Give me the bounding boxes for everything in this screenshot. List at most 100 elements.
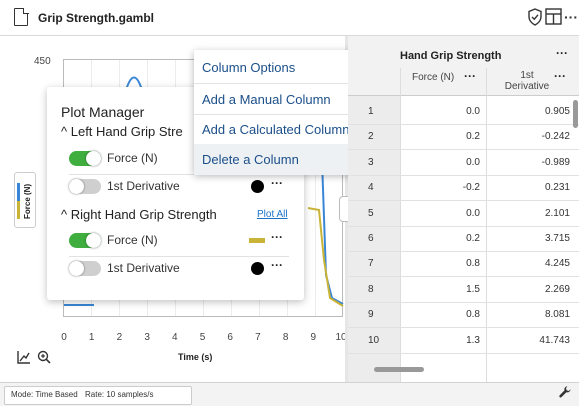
mode-text: Mode: Time Based xyxy=(11,390,78,399)
cell-force[interactable]: 0.2 xyxy=(400,131,480,142)
column-header-force[interactable]: Force (N) xyxy=(412,72,454,83)
zoom-icon[interactable] xyxy=(36,350,52,366)
plot-all-link[interactable]: Plot All xyxy=(257,209,288,220)
column-options-menu: Column Options Add a Manual Column Add a… xyxy=(194,50,362,175)
menu-item-column-options[interactable]: Column Options xyxy=(194,52,362,83)
cell-derivative[interactable]: 4.245 xyxy=(488,258,570,269)
x-tick-label: 3 xyxy=(144,332,150,343)
toggle-left-force[interactable] xyxy=(69,151,101,166)
cell-derivative[interactable]: 0.231 xyxy=(488,182,570,193)
more-icon[interactable]: ··· xyxy=(271,176,283,190)
table-group-title[interactable]: Hand Grip Strength xyxy=(400,50,575,62)
x-tick-label: 1 xyxy=(88,332,95,343)
row-number: 6 xyxy=(368,233,374,244)
color-swatch-dot[interactable] xyxy=(251,180,264,193)
title-bar: Grip Strength.gambl ··· xyxy=(0,0,579,36)
table-row[interactable]: 4 -0.2 0.231 xyxy=(348,176,579,202)
more-icon[interactable]: ··· xyxy=(554,69,566,83)
row-number: 8 xyxy=(368,283,374,295)
cell-force[interactable]: -0.2 xyxy=(400,182,480,193)
row-number: 1 xyxy=(368,106,374,117)
menu-item-add-manual-column[interactable]: Add a Manual Column xyxy=(194,84,362,115)
row-number: 3 xyxy=(368,156,374,168)
menu-item-delete-column[interactable]: Delete a Column xyxy=(194,144,362,175)
rate-text: Rate: 10 samples/s xyxy=(85,390,154,399)
cell-derivative[interactable]: 3.715 xyxy=(488,233,570,244)
toggle-right-force[interactable] xyxy=(69,233,101,248)
table-row[interactable]: 2 0.2 -0.242 xyxy=(348,125,579,151)
wrench-icon[interactable] xyxy=(558,385,572,402)
color-swatch-dot[interactable] xyxy=(251,262,264,275)
cell-derivative[interactable]: 41.743 xyxy=(488,335,570,346)
graph-options-icon[interactable] xyxy=(16,350,32,366)
x-tick-label: 0 xyxy=(61,332,67,343)
table-row[interactable]: 7 0.8 4.245 xyxy=(348,252,579,278)
cell-derivative[interactable]: 8.081 xyxy=(488,309,570,320)
cell-force[interactable]: 0.0 xyxy=(400,157,480,168)
x-tick-label: 8 xyxy=(282,332,289,343)
x-axis-label[interactable]: Time (s) xyxy=(178,352,212,362)
chevron-up-icon: ^ xyxy=(61,207,68,222)
plot-row-right-derivative: 1st Derivative ··· xyxy=(69,258,289,280)
row-number: 10 xyxy=(368,334,380,346)
plot-row-label: 1st Derivative xyxy=(107,179,180,193)
table-row[interactable]: 6 0.2 3.715 xyxy=(348,227,579,252)
menu-item-add-calculated-column[interactable]: Add a Calculated Column xyxy=(194,114,362,145)
x-tick-label: 5 xyxy=(199,332,206,343)
left-force-series-tail xyxy=(321,159,344,305)
row-number: 7 xyxy=(368,258,374,270)
data-collection-settings[interactable]: Mode: Time Based Rate: 10 samples/s xyxy=(4,386,192,405)
more-icon[interactable]: ··· xyxy=(271,258,283,272)
plot-row-label: Force (N) xyxy=(107,151,158,165)
y-axis-label: Force (N) xyxy=(23,183,32,219)
shield-check-icon[interactable] xyxy=(527,8,543,31)
plot-row-left-derivative: 1st Derivative ··· xyxy=(69,176,289,198)
row-number: 4 xyxy=(368,182,374,194)
row-number: 2 xyxy=(368,131,374,143)
toggle-left-derivative[interactable] xyxy=(69,179,101,194)
plot-row-label: Force (N) xyxy=(107,233,158,247)
data-table: Hand Grip Strength ··· Force (N) ··· 1st… xyxy=(348,36,579,382)
layout-icon[interactable] xyxy=(545,8,562,30)
cell-force[interactable]: 0.0 xyxy=(400,106,480,117)
column-header-derivative[interactable]: 1st Derivative xyxy=(502,70,552,92)
file-icon[interactable] xyxy=(14,7,29,26)
toggle-right-derivative[interactable] xyxy=(69,261,101,276)
cell-force[interactable]: 1.5 xyxy=(400,284,480,295)
row-number: 9 xyxy=(368,309,374,321)
table-row[interactable]: 8 1.5 2.269 xyxy=(348,278,579,303)
more-icon[interactable]: ··· xyxy=(271,230,283,244)
group-header-right[interactable]: ^ Right Hand Grip Strength xyxy=(61,207,217,222)
cell-derivative[interactable]: 2.101 xyxy=(488,208,570,219)
cell-force[interactable]: 1.3 xyxy=(400,335,480,346)
table-row[interactable]: 5 0.0 2.101 xyxy=(348,202,579,227)
x-tick-label: 7 xyxy=(255,332,261,343)
series-color-stripe xyxy=(17,183,20,219)
x-tick-label: 2 xyxy=(116,332,123,343)
chevron-up-icon: ^ xyxy=(61,124,68,139)
cell-force[interactable]: 0.0 xyxy=(400,208,480,219)
cell-derivative[interactable]: -0.242 xyxy=(488,131,570,142)
cell-derivative[interactable]: 0.905 xyxy=(488,106,570,117)
table-row[interactable]: 10 1.3 41.743 xyxy=(348,329,579,354)
table-row[interactable]: 9 0.8 8.081 xyxy=(348,303,579,329)
color-swatch-line[interactable] xyxy=(249,238,265,243)
cell-derivative[interactable]: 2.269 xyxy=(488,284,570,295)
more-icon[interactable]: ··· xyxy=(564,8,578,26)
plot-manager-title: Plot Manager xyxy=(61,104,145,120)
cell-force[interactable]: 0.8 xyxy=(400,258,480,269)
plot-row-right-force: Force (N) ··· xyxy=(69,230,289,252)
plot-row-label: 1st Derivative xyxy=(107,261,180,275)
horizontal-scrollbar[interactable] xyxy=(374,367,424,372)
more-icon[interactable]: ··· xyxy=(556,46,568,60)
cell-force[interactable]: 0.2 xyxy=(400,233,480,244)
table-row[interactable]: 1 0.0 0.905 xyxy=(348,100,579,125)
y-axis-label-box[interactable]: Force (N) xyxy=(14,172,36,228)
cell-force[interactable]: 0.8 xyxy=(400,309,480,320)
x-tick-label: 4 xyxy=(172,332,178,343)
more-icon[interactable]: ··· xyxy=(464,69,476,83)
vertical-scrollbar[interactable] xyxy=(573,100,578,128)
cell-derivative[interactable]: -0.989 xyxy=(488,157,570,168)
table-row[interactable]: 3 0.0 -0.989 xyxy=(348,151,579,176)
group-header-left[interactable]: ^ Left Hand Grip Stre xyxy=(61,124,183,139)
